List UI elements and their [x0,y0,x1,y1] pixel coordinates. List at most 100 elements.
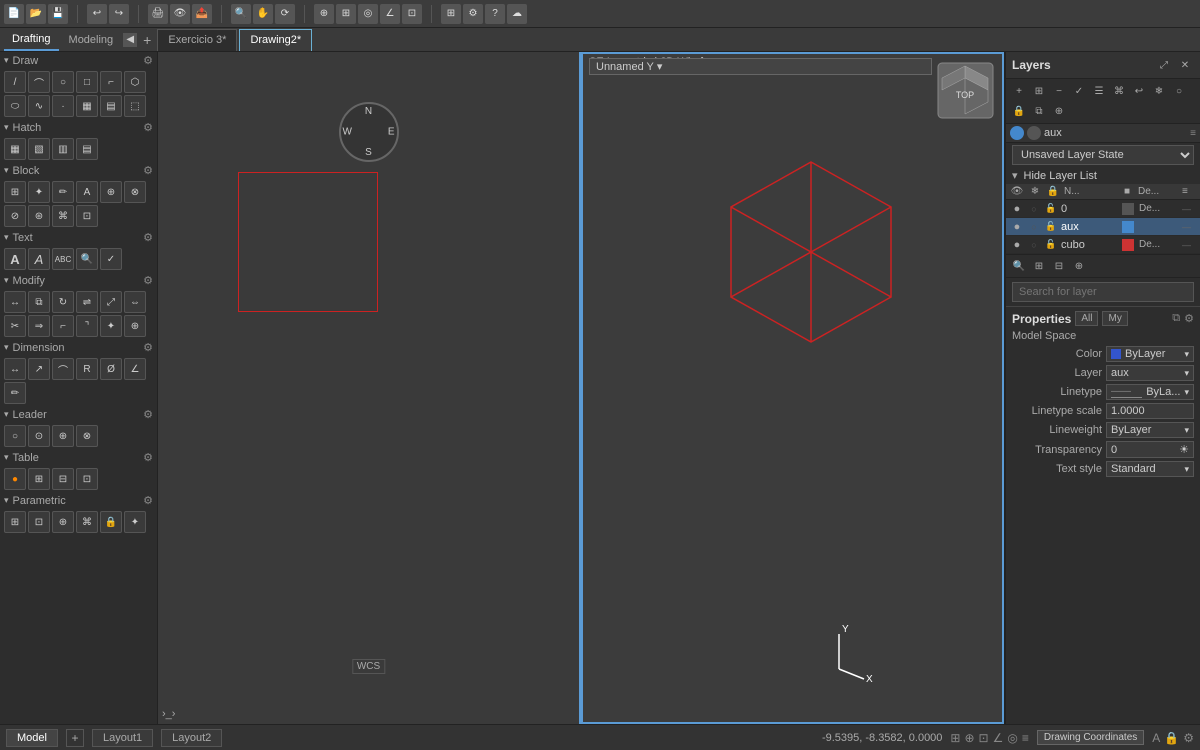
tool-mirror[interactable]: ⇌ [76,291,98,313]
tool-point[interactable]: · [52,95,74,117]
otrack-icon[interactable]: ⊡ [402,4,422,24]
layer-row-cubo[interactable]: ● ○ 🔓 cubo De... — [1006,236,1200,254]
tool-hatch1[interactable]: ▦ [4,138,26,160]
tool-misc-b6[interactable]: ⊡ [76,205,98,227]
tool-explode[interactable]: ✦ [100,315,122,337]
section-modify[interactable]: ▾ Modify ⚙ [0,272,157,289]
tool-table-dot[interactable]: ● [4,468,26,490]
layer-off-btn[interactable]: ○ [1170,82,1188,100]
prop-linetype-scale-value[interactable]: 1.0000 [1106,403,1194,419]
export-icon[interactable]: 📤 [192,4,212,24]
tool-dim-radius[interactable]: R [76,358,98,380]
props-settings-icon[interactable]: ⚙ [1184,312,1194,325]
section-block[interactable]: ▾ Block ⚙ [0,162,157,179]
workspace-tab-drafting[interactable]: Drafting [4,29,59,51]
tool-polyline[interactable]: ⌐ [100,71,122,93]
tool-stretch[interactable]: ⇔ [124,291,146,313]
tool-circle[interactable]: ○ [52,71,74,93]
tool-region[interactable]: ⬚ [124,95,146,117]
tool-table2[interactable]: ⊟ [52,468,74,490]
section-parametric[interactable]: ▾ Parametric ⚙ [0,492,157,509]
prop-transparency-value[interactable]: 0 ☀ [1106,441,1194,458]
snap-toggle-icon[interactable]: ⊕ [964,731,974,745]
zoom-anno-icon[interactable]: A [1152,731,1160,745]
tool-table1[interactable]: ⊞ [28,468,50,490]
tool-text-find[interactable]: 🔍 [76,248,98,270]
drawing-coords-btn[interactable]: Drawing Coordinates [1037,730,1144,745]
otrack-toggle-icon[interactable]: ◎ [1007,731,1017,745]
cloud-icon[interactable]: ☁ [507,4,527,24]
layer-lock-btn[interactable]: 🔒 [1010,102,1028,120]
tool-misc-b4[interactable]: ⊛ [28,205,50,227]
layer-freeze-btn[interactable]: ❄ [1150,82,1168,100]
tool-scale[interactable]: ⤢ [100,291,122,313]
layers-expand-icon[interactable]: ⤢ [1155,56,1173,74]
tool-param1[interactable]: ⊞ [4,511,26,533]
add-layout-btn[interactable]: + [66,729,84,747]
tool-copy[interactable]: ⧉ [28,291,50,313]
tool-hatch[interactable]: ▦ [76,95,98,117]
panel-collapse-btn[interactable]: ◀ [123,33,137,47]
layer-state-dropdown[interactable]: Unsaved Layer State [1012,145,1194,165]
zoom-icon[interactable]: 🔍 [231,4,251,24]
ortho-toggle-icon[interactable]: ⊡ [979,731,989,745]
layers-close-icon[interactable]: ✕ [1176,56,1194,74]
tool-fillet[interactable]: ⌐ [52,315,74,337]
help-icon[interactable]: ? [485,4,505,24]
tool-rotate[interactable]: ↻ [52,291,74,313]
props-my-btn[interactable]: My [1102,311,1127,326]
layer-new-btn[interactable]: + [1010,82,1028,100]
tool-dim-linear[interactable]: ↔ [4,358,26,380]
tool-text-spell[interactable]: ✓ [100,248,122,270]
layout2-tab[interactable]: Layout2 [161,729,222,747]
hide-layer-list-btn[interactable]: Hide Layer List [1024,170,1097,182]
drawing-tab-exercicio[interactable]: Exercicio 3* [157,29,237,51]
parametric-settings-icon[interactable]: ⚙ [143,494,153,507]
table-settings-icon[interactable]: ⚙ [143,451,153,464]
tool-leader1[interactable]: ○ [4,425,26,447]
tool-insert-block[interactable]: ⊞ [4,181,26,203]
layer-search-input[interactable] [1012,282,1194,302]
layer-bot-btn4[interactable]: ⊕ [1070,257,1088,275]
layer-copy-btn[interactable]: ⧉ [1030,102,1048,120]
tool-join[interactable]: ⊕ [124,315,146,337]
drawing-tab-drawing2[interactable]: Drawing2* [239,29,312,51]
layer-delete-btn[interactable]: − [1050,82,1068,100]
section-draw[interactable]: ▾ Draw ⚙ [0,52,157,69]
section-text[interactable]: ▾ Text ⚙ [0,229,157,246]
layer-bot-btn3[interactable]: ⊟ [1050,257,1068,275]
leader-settings-icon[interactable]: ⚙ [143,408,153,421]
tool-text-a[interactable]: A [28,248,50,270]
tool-rect[interactable]: □ [76,71,98,93]
text-settings-icon[interactable]: ⚙ [143,231,153,244]
tool-misc-b3[interactable]: ⊘ [4,205,26,227]
preview-icon[interactable]: 👁 [170,4,190,24]
tool-spline[interactable]: ∿ [28,95,50,117]
section-leader[interactable]: ▾ Leader ⚙ [0,406,157,423]
tool-dim-diameter[interactable]: Ø [100,358,122,380]
osnap-icon[interactable]: ◎ [358,4,378,24]
tool-param4[interactable]: ⌘ [76,511,98,533]
tool-misc-b2[interactable]: ⊗ [124,181,146,203]
tool-polygon[interactable]: ⬡ [124,71,146,93]
grid-toggle-icon[interactable]: ⊞ [950,731,960,745]
tool-leader4[interactable]: ⊗ [76,425,98,447]
layer-bot-btn2[interactable]: ⊞ [1030,257,1048,275]
tool-param3[interactable]: ⊕ [52,511,74,533]
tool-extend[interactable]: ⇒ [28,315,50,337]
tool-leader2[interactable]: ⊙ [28,425,50,447]
redo-icon[interactable]: ↪ [109,4,129,24]
tool-ellipse[interactable]: ⬭ [4,95,26,117]
tool-attribute[interactable]: A [76,181,98,203]
tool-param6[interactable]: ✦ [124,511,146,533]
pan-icon[interactable]: ✋ [253,4,273,24]
dimension-settings-icon[interactable]: ⚙ [143,341,153,354]
layer-bot-btn1[interactable]: 🔍 [1010,257,1028,275]
snap-icon[interactable]: ⊕ [314,4,334,24]
draw-settings-icon[interactable]: ⚙ [143,54,153,67]
open-icon[interactable]: 📂 [26,4,46,24]
tool-text-A[interactable]: A [4,248,26,270]
layer-manager-btn[interactable]: ☰ [1090,82,1108,100]
props-copy-icon[interactable]: ⧉ [1172,312,1180,325]
viewport-left-2d[interactable]: N S W E WCS ›_› [158,52,581,724]
